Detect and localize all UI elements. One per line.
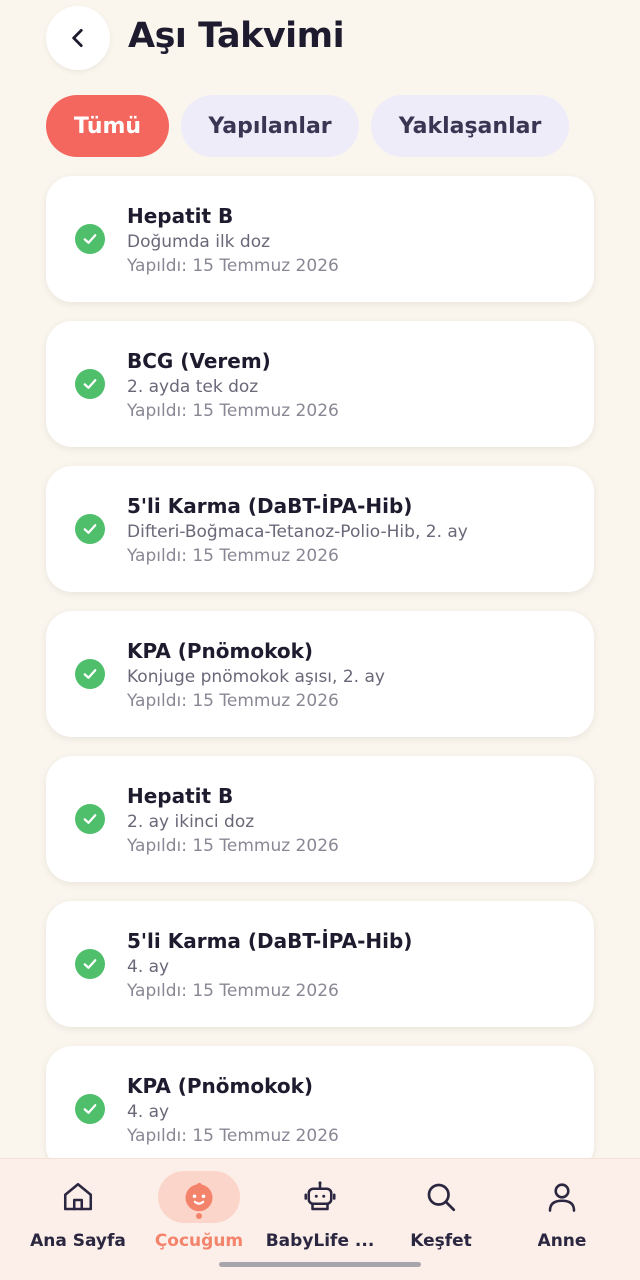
nav-item-mother[interactable]: Anne — [498, 1159, 626, 1259]
person-icon — [548, 1183, 576, 1212]
vaccine-detail: 2. ay ikinci doz — [127, 812, 255, 832]
nav-label: Anne — [537, 1231, 587, 1251]
check-circle-icon — [75, 514, 105, 544]
home-icon — [63, 1182, 93, 1211]
nav-label: Çocuğum — [154, 1231, 244, 1251]
vaccine-card[interactable]: BCG (Verem) 2. ayda tek doz Yapıldı: 15 … — [46, 321, 594, 447]
back-button[interactable] — [46, 6, 110, 70]
vaccine-status: Yapıldı: 15 Temmuz 2026 — [127, 981, 339, 1001]
filter-chip-all[interactable]: Tümü — [46, 95, 169, 157]
check-circle-icon — [75, 804, 105, 834]
vaccine-detail: 4. ay — [127, 1102, 170, 1122]
vaccine-status: Yapıldı: 15 Temmuz 2026 — [127, 546, 339, 566]
active-indicator-dot — [196, 1213, 202, 1219]
check-circle-icon — [75, 659, 105, 689]
vaccine-detail: Konjuge pnömokok aşısı, 2. ay — [127, 667, 385, 687]
vaccine-status: Yapıldı: 15 Temmuz 2026 — [127, 256, 339, 276]
vaccine-name: Hepatit B — [127, 784, 234, 808]
vaccine-name: 5'li Karma (DaBT-İPA-Hib) — [127, 494, 413, 518]
filter-chip-upcoming[interactable]: Yaklaşanlar — [371, 95, 569, 157]
vaccine-status: Yapıldı: 15 Temmuz 2026 — [127, 836, 339, 856]
vaccine-card[interactable]: 5'li Karma (DaBT-İPA-Hib) 4. ay Yapıldı:… — [46, 901, 594, 1027]
nav-item-child[interactable]: Çocuğum — [135, 1159, 263, 1259]
filter-chip-done[interactable]: Yapılanlar — [181, 95, 359, 157]
page-title: Aşı Takvimi — [128, 16, 345, 56]
check-circle-icon — [75, 949, 105, 979]
vaccine-card[interactable]: Hepatit B Doğumda ilk doz Yapıldı: 15 Te… — [46, 176, 594, 302]
robot-icon — [304, 1181, 336, 1211]
vaccine-card[interactable]: KPA (Pnömokok) Konjuge pnömokok aşısı, 2… — [46, 611, 594, 737]
nav-label: BabyLife ... — [265, 1231, 375, 1251]
vaccine-name: Hepatit B — [127, 204, 234, 228]
nav-item-home[interactable]: Ana Sayfa — [14, 1159, 142, 1259]
vaccine-card[interactable]: 5'li Karma (DaBT-İPA-Hib) Difteri-Boğmac… — [46, 466, 594, 592]
nav-item-explore[interactable]: Keşfet — [377, 1159, 505, 1259]
header: Aşı Takvimi — [0, 0, 640, 80]
vaccine-status: Yapıldı: 15 Temmuz 2026 — [127, 691, 339, 711]
check-circle-icon — [75, 224, 105, 254]
baby-face-icon — [185, 1182, 213, 1212]
vaccine-name: KPA (Pnömokok) — [127, 1074, 314, 1098]
nav-item-assistant[interactable]: BabyLife ... — [256, 1159, 384, 1259]
vaccine-name: BCG (Verem) — [127, 349, 271, 373]
chevron-left-icon — [72, 29, 83, 47]
nav-label: Ana Sayfa — [30, 1231, 126, 1251]
vaccine-card[interactable]: Hepatit B 2. ay ikinci doz Yapıldı: 15 T… — [46, 756, 594, 882]
home-indicator — [219, 1262, 421, 1267]
vaccine-detail: 2. ayda tek doz — [127, 377, 259, 397]
check-circle-icon — [75, 369, 105, 399]
vaccine-detail: Doğumda ilk doz — [127, 232, 271, 252]
vaccine-detail: 4. ay — [127, 957, 170, 977]
vaccine-card[interactable]: KPA (Pnömokok) 4. ay Yapıldı: 15 Temmuz … — [46, 1046, 594, 1172]
vaccine-name: KPA (Pnömokok) — [127, 639, 314, 663]
search-icon — [427, 1183, 456, 1212]
vaccine-status: Yapıldı: 15 Temmuz 2026 — [127, 1126, 339, 1146]
nav-label: Keşfet — [410, 1231, 472, 1251]
vaccine-status: Yapıldı: 15 Temmuz 2026 — [127, 401, 339, 421]
check-circle-icon — [75, 1094, 105, 1124]
vaccine-name: 5'li Karma (DaBT-İPA-Hib) — [127, 929, 413, 953]
vaccine-detail: Difteri-Boğmaca-Tetanoz-Polio-Hib, 2. ay — [127, 522, 468, 542]
